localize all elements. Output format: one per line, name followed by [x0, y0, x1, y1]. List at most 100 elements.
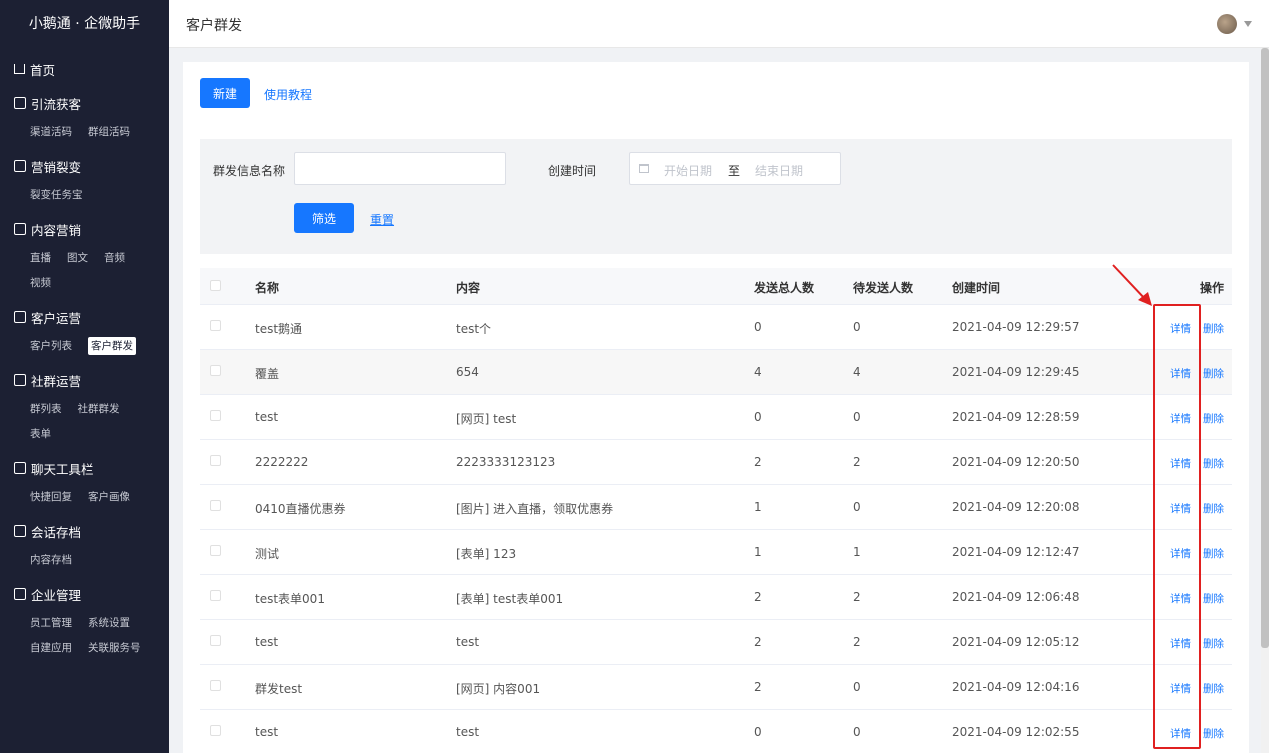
sidebar-item[interactable]: 快捷回复	[30, 485, 72, 510]
start-date-placeholder[interactable]: 开始日期	[664, 162, 712, 179]
cell-total: 2	[754, 680, 762, 694]
sidebar-item[interactable]: 群列表	[30, 397, 62, 422]
delete-link[interactable]: 删除	[1203, 501, 1224, 516]
sidebar-group-title[interactable]: 内容营销	[14, 216, 169, 242]
select-all-checkbox[interactable]	[210, 280, 221, 291]
cell-pending: 0	[853, 680, 861, 694]
cell-name: 群发test	[255, 682, 303, 696]
sidebar-group-title[interactable]: 首页	[14, 56, 169, 82]
row-checkbox[interactable]	[210, 320, 221, 331]
filter-name-input[interactable]	[294, 152, 506, 185]
filter-button[interactable]: 筛选	[294, 203, 354, 233]
delete-link[interactable]: 删除	[1203, 681, 1224, 696]
sidebar-item[interactable]: 社群群发	[78, 397, 120, 422]
sidebar-group-title[interactable]: 客户运营	[14, 304, 169, 330]
row-checkbox[interactable]	[210, 590, 221, 601]
table-row: test表单001 [表单] test表单001 2 2 2021-04-09 12:0…	[200, 575, 1232, 620]
table-row: 0410直播优惠券 [图片] 进入直播，领取优惠券 1 0 2021-04-09 12:…	[200, 485, 1232, 530]
sidebar-group-title[interactable]: 引流获客	[14, 90, 169, 116]
table-row: test test 2 2 2021-04-09 12:05:12 详情 删除	[200, 620, 1232, 665]
content-card: 新建 使用教程 群发信息名称 创建时间 开始日期 至 结束日期 筛选 重置 名称…	[183, 62, 1249, 753]
sidebar-sub-items: 快捷回复 客户画像	[14, 485, 169, 510]
page-title: 客户群发	[186, 18, 242, 34]
sidebar-item[interactable]: 视频	[30, 271, 51, 296]
new-button[interactable]: 新建	[200, 78, 250, 108]
top-header: 客户群发	[169, 0, 1269, 48]
sidebar-item[interactable]: 内容存档	[30, 548, 72, 573]
cell-content: [图片] 进入直播，领取优惠券	[456, 502, 614, 516]
row-checkbox[interactable]	[210, 365, 221, 376]
reset-link[interactable]: 重置	[370, 211, 394, 228]
tutorial-link[interactable]: 使用教程	[264, 86, 312, 103]
table-row: 2222222 2223333123123 2 2 2021-04-09 12:20:5…	[200, 440, 1232, 485]
filter-time-label: 创建时间	[548, 164, 597, 178]
sidebar-item[interactable]: 渠道活码	[30, 120, 72, 145]
row-checkbox[interactable]	[210, 545, 221, 556]
menu-group-icon	[14, 97, 26, 109]
filter-name-label: 群发信息名称	[213, 164, 286, 178]
cell-total: 1	[754, 545, 762, 559]
delete-link[interactable]: 删除	[1203, 366, 1224, 381]
sidebar-item[interactable]: 裂变任务宝	[30, 183, 83, 208]
sidebar-group-label: 客户运营	[31, 310, 82, 326]
sidebar-group: 会话存档内容存档	[0, 518, 169, 573]
cell-total: 0	[754, 410, 762, 424]
menu-group-icon	[14, 160, 26, 172]
sidebar-item[interactable]: 客户画像	[88, 485, 130, 510]
cell-total: 2	[754, 590, 762, 604]
user-avatar[interactable]	[1217, 14, 1237, 34]
filter-panel: 群发信息名称 创建时间 开始日期 至 结束日期 筛选 重置	[200, 139, 1232, 254]
delete-link[interactable]: 删除	[1203, 321, 1224, 336]
row-checkbox[interactable]	[210, 455, 221, 466]
cell-total: 2	[754, 455, 762, 469]
sidebar-sub-items: 渠道活码 群组活码	[14, 120, 169, 145]
row-checkbox[interactable]	[210, 410, 221, 421]
table-row: 覆盖 654 4 4 2021-04-09 12:29:45 详情 删除	[200, 350, 1232, 395]
sidebar-item[interactable]: 音频	[104, 246, 125, 271]
end-date-placeholder[interactable]: 结束日期	[755, 162, 803, 179]
sidebar-item[interactable]: 客户列表	[30, 334, 72, 359]
row-checkbox[interactable]	[210, 635, 221, 646]
sidebar-item[interactable]: 自建应用	[30, 636, 72, 661]
delete-link[interactable]: 删除	[1203, 726, 1224, 741]
cell-time: 2021-04-09 12:12:47	[952, 545, 1080, 559]
sidebar-sub-items: 群列表 社群群发表单	[14, 397, 169, 447]
sidebar-item[interactable]: 员工管理	[30, 611, 72, 636]
table-row: test [网页] test 0 0 2021-04-09 12:28:59 详情 删除	[200, 395, 1232, 440]
annotation-arrow-icon	[1112, 264, 1152, 306]
row-checkbox[interactable]	[210, 500, 221, 511]
row-checkbox[interactable]	[210, 725, 221, 736]
sidebar-group: 聊天工具栏快捷回复 客户画像	[0, 455, 169, 510]
chevron-down-icon[interactable]	[1244, 21, 1252, 27]
delete-link[interactable]: 删除	[1203, 546, 1224, 561]
delete-link[interactable]: 删除	[1203, 411, 1224, 426]
cell-content: [表单] 123	[456, 547, 517, 561]
cell-time: 2021-04-09 12:20:08	[952, 500, 1080, 514]
sidebar-item[interactable]: 表单	[30, 422, 51, 447]
row-checkbox[interactable]	[210, 680, 221, 691]
table-row: 群发test [网页] 内容001 2 0 2021-04-09 12:04:16 详情删…	[200, 665, 1232, 710]
sidebar-item[interactable]: 直播	[30, 246, 51, 271]
table-header: 名称 内容 发送总人数 待发送人数 创建时间 操作	[200, 268, 1232, 305]
scrollbar-thumb[interactable]	[1261, 48, 1269, 648]
calendar-icon	[639, 164, 649, 173]
sidebar-sub-items: 裂变任务宝	[14, 183, 169, 208]
sidebar-item[interactable]: 群组活码	[88, 120, 130, 145]
sidebar-item[interactable]: 客户群发	[88, 337, 136, 355]
sidebar-item[interactable]: 系统设置	[88, 611, 130, 636]
sidebar-item[interactable]: 关联服务号	[88, 636, 141, 661]
delete-link[interactable]: 删除	[1203, 456, 1224, 471]
delete-link[interactable]: 删除	[1203, 591, 1224, 606]
sidebar-group-title[interactable]: 会话存档	[14, 518, 169, 544]
sidebar-item[interactable]: 图文	[67, 246, 88, 271]
sidebar-group: 客户运营客户列表 客户群发	[0, 304, 169, 359]
delete-link[interactable]: 删除	[1203, 636, 1224, 651]
sidebar-group-title[interactable]: 社群运营	[14, 367, 169, 393]
sidebar-group-title[interactable]: 聊天工具栏	[14, 455, 169, 481]
cell-pending: 2	[853, 590, 861, 604]
cell-total: 2	[754, 635, 762, 649]
sidebar-group-title[interactable]: 营销裂变	[14, 153, 169, 179]
cell-total: 0	[754, 320, 762, 334]
sidebar-group-title[interactable]: 企业管理	[14, 581, 169, 607]
date-range-picker[interactable]: 开始日期 至 结束日期	[629, 152, 841, 185]
